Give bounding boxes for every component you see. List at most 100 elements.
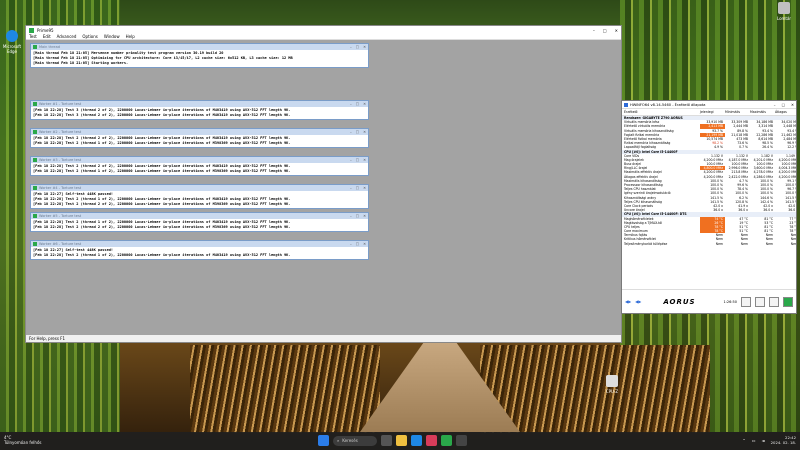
log-output: [Main thread Feb 18 21:05] Mersenne numb…	[31, 50, 368, 67]
aorus-logo: AORUS	[663, 297, 696, 306]
prime95-app-icon	[29, 27, 34, 33]
maximize-button[interactable]: □	[356, 242, 359, 246]
maximize-button[interactable]: □	[782, 103, 785, 107]
prime95-app-icon	[33, 102, 37, 106]
minimize-button[interactable]: –	[350, 186, 352, 190]
minimize-button[interactable]: –	[774, 103, 776, 107]
collapse-arrow-icon[interactable]: ◀▶	[635, 299, 641, 304]
close-button[interactable]: ✕	[363, 242, 366, 246]
maximize-button[interactable]: □	[356, 158, 359, 162]
prime95-title: Prime95	[37, 27, 54, 33]
close-button[interactable]: ✕	[363, 45, 366, 49]
maximize-button[interactable]: □	[356, 130, 359, 134]
store-icon[interactable]	[426, 435, 437, 446]
prime95-titlebar[interactable]: Prime95 – □ ✕	[26, 26, 621, 34]
menu-window[interactable]: Window	[104, 34, 120, 39]
maximize-button[interactable]: □	[356, 214, 359, 218]
sensor-value: Nem	[765, 241, 773, 246]
log-output: [Feb 18 22:28] Test 2 (thread 2 of 2), 2…	[31, 163, 368, 175]
menu-edit[interactable]: Edit	[43, 34, 51, 39]
close-button[interactable]: ✕	[363, 158, 366, 162]
close-button[interactable]: ✕	[363, 186, 366, 190]
minimize-button[interactable]: –	[350, 130, 352, 134]
log-output: [Feb 18 22:28] Test 3 (thread 2 of 2), 2…	[31, 107, 368, 119]
minimize-button[interactable]: –	[350, 102, 352, 106]
child-title: Worker #3 - Torture test	[39, 158, 82, 162]
sensor-row[interactable]: Teljesítménykorlát túllépése Nem Nem Nem Nem	[622, 242, 796, 246]
child-title: Worker #5 - Torture test	[39, 214, 82, 218]
prime95-app-icon	[33, 130, 37, 134]
tray-chevron-icon[interactable]: ⌃	[742, 438, 745, 443]
network-icon[interactable]: ▭	[752, 438, 756, 443]
prime95-taskbar-icon[interactable]	[441, 435, 452, 446]
sensor-value: Nem	[790, 241, 796, 246]
prime95-mdi-area: Main thread – □ ✕ [Main thread Feb 18 21:05]…	[26, 40, 621, 335]
column-header[interactable]: Maximális	[750, 110, 775, 114]
close-button[interactable]: ✕	[363, 130, 366, 134]
log-line: [Feb 18 22:28] Test 2 (thread 1 of 2), 2…	[33, 169, 291, 173]
desktop-icon-recycle-bin[interactable]: Lomtár	[770, 2, 798, 21]
minimize-button[interactable]: –	[350, 45, 352, 49]
worker-window[interactable]: Worker #2 - Torture test – □ ✕ [Feb 18 22:28…	[30, 128, 369, 148]
log-output: [Feb 18 22:28] Test 2 (thread 1 of 2), 2…	[31, 219, 368, 231]
search-box[interactable]: ⌕ Keresés	[333, 435, 377, 446]
column-header[interactable]: Jelenlegi	[700, 110, 725, 114]
desktop-icon-edge[interactable]: Microsoft Edge	[2, 30, 22, 54]
file-explorer-icon[interactable]	[396, 435, 407, 446]
desktop-icon-cpuz[interactable]: CPU-Z	[600, 375, 624, 394]
sensor-name: Teljesítménykorlát túllépése	[624, 241, 668, 246]
menu-advanced[interactable]: Advanced	[57, 34, 77, 39]
start-icon[interactable]	[318, 435, 329, 446]
maximize-button[interactable]: □	[356, 45, 359, 49]
prime95-window[interactable]: Prime95 – □ ✕ Test Edit Advanced Options…	[25, 25, 622, 343]
close-button[interactable]: ✕	[363, 102, 366, 106]
child-title: Main thread	[39, 45, 60, 49]
child-title: Worker #6 - Torture test	[39, 242, 82, 246]
hwinfo-window[interactable]: HWiNFO64 v8.14-5460 - Érzékelő állapota …	[621, 100, 797, 314]
main-thread-window[interactable]: Main thread – □ ✕ [Main thread Feb 18 21:05]…	[30, 43, 369, 68]
maximize-button[interactable]: □	[603, 28, 607, 33]
log-line: [Feb 18 22:28] Test 2 (thread 1 of 2), 2…	[33, 141, 291, 145]
task-view-icon[interactable]	[381, 435, 392, 446]
minimize-button[interactable]: –	[350, 214, 352, 218]
log-line: [Main thread Feb 18 21:05] Starting work…	[33, 61, 129, 65]
log-output: [Feb 18 22:28] Test 2 (thread 2 of 2), 2…	[31, 135, 368, 147]
minimize-button[interactable]: –	[593, 28, 595, 33]
volume-icon[interactable]: ◄	[762, 438, 765, 443]
menu-help[interactable]: Help	[126, 34, 135, 39]
taskbar-clock[interactable]: 22:42 2024. 02. 18.	[771, 435, 796, 445]
child-title: Worker #4 - Torture test	[39, 186, 82, 190]
weather-widget[interactable]: 4°C Túlnyomóan felhős	[4, 435, 41, 445]
maximize-button[interactable]: □	[356, 102, 359, 106]
minimize-button[interactable]: –	[350, 158, 352, 162]
sensor-value: Nem	[715, 241, 723, 246]
worker-window[interactable]: Worker #4 - Torture test – □ ✕ [Feb 18 22:27…	[30, 184, 369, 209]
close-button[interactable]: ✕	[791, 103, 794, 107]
hwinfo-app-icon	[624, 102, 628, 107]
hwinfo-titlebar[interactable]: HWiNFO64 v8.14-5460 - Érzékelő állapota …	[622, 101, 796, 109]
menu-options[interactable]: Options	[82, 34, 97, 39]
minimize-button[interactable]: –	[350, 242, 352, 246]
clock-icon[interactable]	[741, 296, 751, 307]
maximize-button[interactable]: □	[356, 186, 359, 190]
nav-left-arrow-icon[interactable]: ◀▶	[625, 299, 631, 304]
close-button[interactable]: ✕	[363, 214, 366, 218]
report-icon[interactable]	[755, 296, 765, 307]
column-header[interactable]: Minimális	[725, 110, 750, 114]
close-button[interactable]: ✕	[615, 28, 618, 33]
worker-window[interactable]: Worker #1 - Torture test – □ ✕ [Feb 18 22:28…	[30, 100, 369, 120]
worker-window[interactable]: Worker #5 - Torture test – □ ✕ [Feb 18 22:28…	[30, 212, 369, 232]
log-line: [Feb 18 22:28] Test 2 (thread 1 of 2), 2…	[33, 253, 291, 257]
hwinfo-sensor-list[interactable]: Rendszer: GIGABYTE Z790 AORUS Virtuális m…	[622, 116, 796, 296]
hwinfo-taskbar-icon[interactable]	[456, 435, 467, 446]
edge-icon[interactable]	[411, 435, 422, 446]
worker-window[interactable]: Worker #6 - Torture test – □ ✕ [Feb 18 22:27…	[30, 240, 369, 260]
settings-icon[interactable]	[769, 296, 779, 307]
worker-window[interactable]: Worker #3 - Torture test – □ ✕ [Feb 18 22:28…	[30, 156, 369, 176]
edge-icon	[6, 30, 18, 42]
column-header[interactable]: Átlagos	[775, 110, 800, 114]
prime95-app-icon	[33, 214, 37, 218]
reset-icon[interactable]	[783, 296, 793, 307]
column-header[interactable]: Érzékelő	[624, 110, 700, 114]
menu-test[interactable]: Test	[29, 34, 37, 39]
